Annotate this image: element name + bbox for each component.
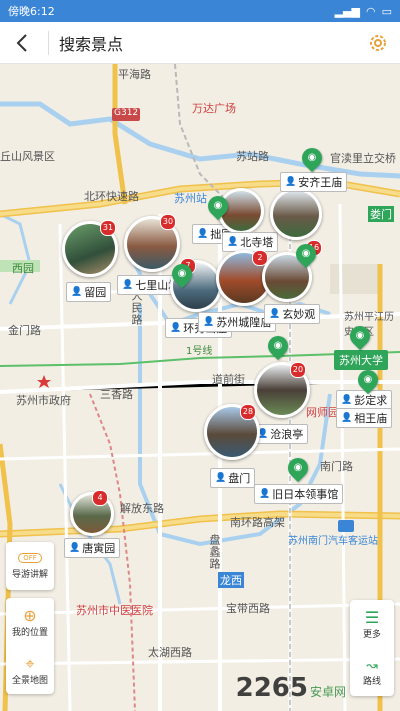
eye-icon[interactable]: ◉	[263, 331, 293, 361]
user-icon: 👤	[170, 323, 182, 333]
eye-icon[interactable]: ◉	[353, 365, 383, 395]
user-icon: 👤	[69, 543, 81, 553]
road-label: 道前街	[212, 373, 245, 386]
back-arrow-icon	[16, 33, 27, 52]
user-icon: 👤	[341, 395, 353, 405]
settings-button[interactable]	[356, 22, 400, 64]
route-icon: ↝	[366, 657, 378, 674]
user-icon: 👤	[122, 280, 134, 290]
place-label: 万达广场	[192, 102, 236, 115]
road-label: 太湖西路	[148, 646, 192, 659]
gear-icon	[370, 34, 386, 51]
guide-toggle-button[interactable]: OFF 导游讲解	[6, 542, 54, 590]
status-time: 傍晚6:12	[8, 5, 55, 18]
wifi-icon: ◠	[365, 4, 376, 18]
place-label: 苏州南门汽车客运站	[288, 536, 378, 547]
user-icon: 👤	[285, 177, 297, 187]
poi-panmen-label[interactable]: 👤 盘门	[210, 468, 256, 488]
poi-count-badge: 30	[160, 214, 176, 230]
station-label: 龙西	[218, 572, 244, 588]
search-title[interactable]: 搜索景点	[48, 30, 123, 55]
place-label: 娄门	[368, 206, 394, 222]
eye-icon[interactable]: ◉	[345, 321, 375, 351]
route-button[interactable]: ↝ 路线	[350, 648, 394, 696]
eye-icon[interactable]: ◉	[283, 453, 313, 483]
left-tool-panel: ⊕ 我的位置 ⌖ 全景地图	[6, 598, 54, 694]
user-icon: 👤	[71, 287, 83, 297]
eye-icon[interactable]: ◉	[203, 191, 233, 221]
poi-beisita-label[interactable]: 👤 北寺塔	[222, 232, 279, 252]
eye-icon[interactable]: ◉	[167, 259, 197, 289]
poi-japan-consulate-label[interactable]: 👤 旧日本领事馆	[254, 484, 344, 504]
map-view[interactable]: 平海路 万达广场 丘山风景区 G312 苏站路 官渎里立交桥 苏州站 北环快速路…	[0, 64, 400, 711]
poi-canglangting-label[interactable]: 👤 沧浪亭	[252, 424, 309, 444]
road-label: 平海路	[118, 68, 151, 81]
eye-icon[interactable]: ◉	[297, 143, 327, 173]
poi-count-badge: 20	[290, 362, 306, 378]
full-map-button[interactable]: ⌖ 全景地图	[6, 646, 54, 694]
left-tool-panel: OFF 导游讲解	[6, 542, 54, 590]
poi-anqiwangmiao-photo[interactable]	[270, 188, 322, 240]
road-label: 盘蠡路	[208, 534, 221, 570]
watermark-logo: 2265 安卓网	[235, 673, 346, 703]
user-icon: 👤	[203, 317, 215, 327]
user-icon: 👤	[215, 473, 227, 483]
poi-count-badge: 31	[100, 220, 116, 236]
more-button[interactable]: ☰ 更多	[350, 600, 394, 648]
map-pin-icon: ⌖	[25, 653, 35, 673]
poi-count-badge: 28	[240, 404, 256, 420]
poi-suzhou-univ-label[interactable]: 苏州大学	[334, 350, 388, 370]
menu-icon: ☰	[364, 608, 380, 627]
place-label: 苏州市政府	[16, 394, 71, 407]
poi-tangyinyuan-label[interactable]: 👤 唐寅园	[64, 538, 121, 558]
signal-icon: ▂▄▆	[334, 4, 360, 18]
station-label: 苏州站	[174, 192, 207, 205]
poi-xiangwangmiao-label[interactable]: 👤 相王庙	[336, 408, 393, 428]
top-bar: 搜索景点	[0, 22, 400, 64]
status-bar: 傍晚6:12 ▂▄▆ ◠ ▭	[0, 0, 400, 22]
back-button[interactable]	[0, 22, 44, 64]
eye-icon[interactable]: ◉	[291, 239, 321, 269]
user-icon: 👤	[341, 413, 353, 423]
user-icon: 👤	[259, 489, 271, 499]
place-label: 网师园	[306, 406, 339, 419]
poi-pengdingqiu-label[interactable]: 👤 彭定求	[336, 390, 393, 410]
toggle-icon: OFF	[18, 552, 42, 563]
road-label: 金门路	[8, 324, 41, 337]
road-label: 解放东路	[120, 502, 164, 515]
place-label: 西园	[12, 262, 34, 275]
road-label: 北环快速路	[84, 190, 139, 203]
poi-liuyuan-label[interactable]: 👤 留园	[66, 282, 112, 302]
poi-xuanmiaoguan-label[interactable]: 👤 玄妙观	[264, 304, 321, 324]
place-label: 官渎里立交桥	[330, 152, 396, 165]
poi-anqiwangmiao-label[interactable]: 👤 安齐王庙	[280, 172, 348, 192]
road-label: 宝带西路	[226, 602, 270, 615]
road-label: 南门路	[320, 460, 353, 473]
battery-icon: ▭	[381, 4, 392, 18]
place-label: 丘山风景区	[0, 150, 55, 163]
user-icon: 👤	[197, 229, 209, 239]
poi-count-badge: 4	[92, 490, 108, 506]
road-label: 苏站路	[236, 150, 269, 163]
metro-label: 1号线	[186, 346, 213, 357]
highway-shield: G312	[114, 108, 139, 118]
road-label: 人民路	[130, 290, 143, 326]
user-icon: 👤	[269, 309, 281, 319]
right-tool-panel: ☰ 更多 ↝ 路线	[350, 600, 394, 696]
user-icon: 👤	[227, 237, 239, 247]
place-label: 苏州市中医医院	[76, 604, 153, 617]
crosshair-icon: ⊕	[23, 605, 37, 625]
road-label: 三香路	[100, 388, 133, 401]
road-label: 南环路高架	[230, 516, 285, 529]
my-location-button[interactable]: ⊕ 我的位置	[6, 598, 54, 646]
